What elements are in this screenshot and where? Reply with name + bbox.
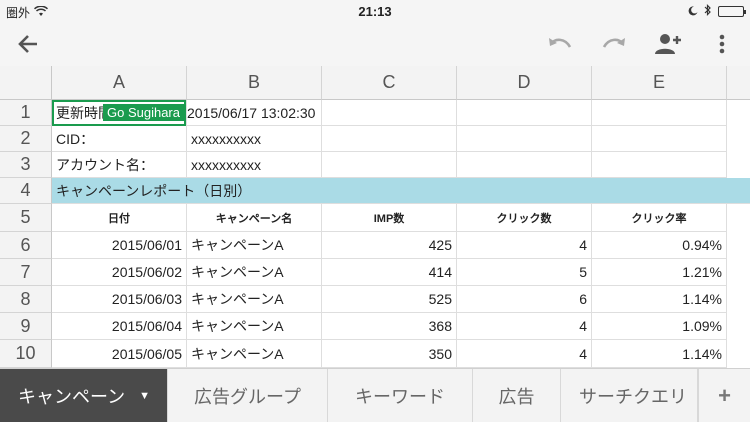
row-header-5[interactable]: 5 bbox=[0, 204, 52, 232]
row-header-6[interactable]: 6 bbox=[0, 232, 52, 259]
cell-e1[interactable] bbox=[592, 100, 727, 126]
table-cell-campaign[interactable]: キャンペーンA bbox=[187, 340, 322, 368]
cell-b2[interactable]: xxxxxxxxxx bbox=[187, 126, 322, 152]
bluetooth-icon bbox=[704, 4, 712, 19]
row-header-9[interactable]: 9 bbox=[0, 313, 52, 340]
cell-c1[interactable] bbox=[322, 100, 457, 126]
column-header-c[interactable]: C bbox=[322, 66, 457, 100]
table-cell-clicks[interactable]: 4 bbox=[457, 313, 592, 340]
table-cell-clicks[interactable]: 4 bbox=[457, 232, 592, 259]
table-cell-ctr[interactable]: 0.94% bbox=[592, 232, 727, 259]
column-header-f[interactable] bbox=[727, 66, 750, 100]
table-cell-campaign[interactable]: キャンペーンA bbox=[187, 259, 322, 286]
table-cell-imp[interactable]: 425 bbox=[322, 232, 457, 259]
row-header-1[interactable]: 1 bbox=[0, 100, 52, 126]
tab-label: キャンペーン bbox=[18, 387, 126, 407]
table-cell-date[interactable]: 2015/06/05 bbox=[52, 340, 187, 368]
header-ctr[interactable]: クリック率 bbox=[592, 204, 727, 232]
table-cell-ctr[interactable]: 1.14% bbox=[592, 286, 727, 313]
row-header-8[interactable]: 8 bbox=[0, 286, 52, 313]
dropdown-arrow-icon[interactable]: ▼ bbox=[139, 390, 150, 402]
status-bar: 圏外 21:13 bbox=[0, 0, 750, 22]
tab-keyword[interactable]: キーワード bbox=[328, 369, 473, 422]
cell-c2[interactable] bbox=[322, 126, 457, 152]
table-cell-campaign[interactable]: キャンペーンA bbox=[187, 232, 322, 259]
row-header-2[interactable]: 2 bbox=[0, 126, 52, 152]
cell-b3[interactable]: xxxxxxxxxx bbox=[187, 152, 322, 178]
tab-ad[interactable]: 広告 bbox=[473, 369, 561, 422]
table-cell-clicks[interactable]: 6 bbox=[457, 286, 592, 313]
toolbar bbox=[0, 22, 750, 66]
more-vert-icon[interactable] bbox=[708, 30, 736, 58]
header-campaign[interactable]: キャンペーン名 bbox=[187, 204, 322, 232]
column-header-b[interactable]: B bbox=[187, 66, 322, 100]
table-cell-date[interactable]: 2015/06/02 bbox=[52, 259, 187, 286]
cell-c3[interactable] bbox=[322, 152, 457, 178]
cell-a3[interactable]: アカウント名： bbox=[52, 152, 187, 178]
column-header-d[interactable]: D bbox=[457, 66, 592, 100]
table-cell-campaign[interactable]: キャンペーンA bbox=[187, 313, 322, 340]
tab-search-query[interactable]: サーチクエリ bbox=[561, 369, 698, 422]
table-cell-imp[interactable]: 414 bbox=[322, 259, 457, 286]
column-header-a[interactable]: A bbox=[52, 66, 187, 100]
row-header-10[interactable]: 10 bbox=[0, 340, 52, 368]
table-cell-imp[interactable]: 525 bbox=[322, 286, 457, 313]
back-arrow-icon[interactable] bbox=[14, 30, 42, 58]
cell-a2[interactable]: CID： bbox=[52, 126, 187, 152]
tab-ad-group[interactable]: 広告グループ bbox=[168, 369, 328, 422]
header-date[interactable]: 日付 bbox=[52, 204, 187, 232]
header-imp[interactable]: IMP数 bbox=[322, 204, 457, 232]
cell-e2[interactable] bbox=[592, 126, 727, 152]
clock: 21:13 bbox=[358, 4, 392, 19]
undo-icon[interactable] bbox=[546, 30, 574, 58]
column-header-e[interactable]: E bbox=[592, 66, 727, 100]
table-cell-ctr[interactable]: 1.14% bbox=[592, 340, 727, 368]
sheet-tab-bar: キャンペーン ▼ 広告グループ キーワード 広告 サーチクエリ + bbox=[0, 368, 750, 422]
cell-d3[interactable] bbox=[457, 152, 592, 178]
add-sheet-button[interactable]: + bbox=[698, 369, 750, 422]
table-cell-date[interactable]: 2015/06/03 bbox=[52, 286, 187, 313]
cell-d1[interactable] bbox=[457, 100, 592, 126]
collaborator-flag: Go Sugihara bbox=[103, 104, 184, 121]
redo-icon[interactable] bbox=[600, 30, 628, 58]
moon-icon bbox=[688, 5, 698, 19]
row-header-3[interactable]: 3 bbox=[0, 152, 52, 178]
spreadsheet-grid[interactable]: A B C D E 1 2 3 4 5 6 7 8 9 10 更新時間 2015… bbox=[0, 66, 750, 368]
grid-corner[interactable] bbox=[0, 66, 52, 100]
table-cell-date[interactable]: 2015/06/04 bbox=[52, 313, 187, 340]
table-cell-ctr[interactable]: 1.09% bbox=[592, 313, 727, 340]
tab-campaign[interactable]: キャンペーン ▼ bbox=[0, 369, 168, 422]
add-person-icon[interactable] bbox=[654, 30, 682, 58]
table-cell-clicks[interactable]: 5 bbox=[457, 259, 592, 286]
table-cell-imp[interactable]: 350 bbox=[322, 340, 457, 368]
table-cell-clicks[interactable]: 4 bbox=[457, 340, 592, 368]
table-cell-imp[interactable]: 368 bbox=[322, 313, 457, 340]
row-header-4[interactable]: 4 bbox=[0, 178, 52, 204]
table-cell-date[interactable]: 2015/06/01 bbox=[52, 232, 187, 259]
cell-d2[interactable] bbox=[457, 126, 592, 152]
table-cell-campaign[interactable]: キャンペーンA bbox=[187, 286, 322, 313]
report-title: キャンペーンレポート（日別） bbox=[56, 183, 252, 199]
cell-b1[interactable]: 2015/06/17 13:02:30 bbox=[187, 100, 322, 126]
row-header-7[interactable]: 7 bbox=[0, 259, 52, 286]
battery-icon bbox=[718, 6, 746, 17]
header-clicks[interactable]: クリック数 bbox=[457, 204, 592, 232]
cell-e3[interactable] bbox=[592, 152, 727, 178]
table-cell-ctr[interactable]: 1.21% bbox=[592, 259, 727, 286]
